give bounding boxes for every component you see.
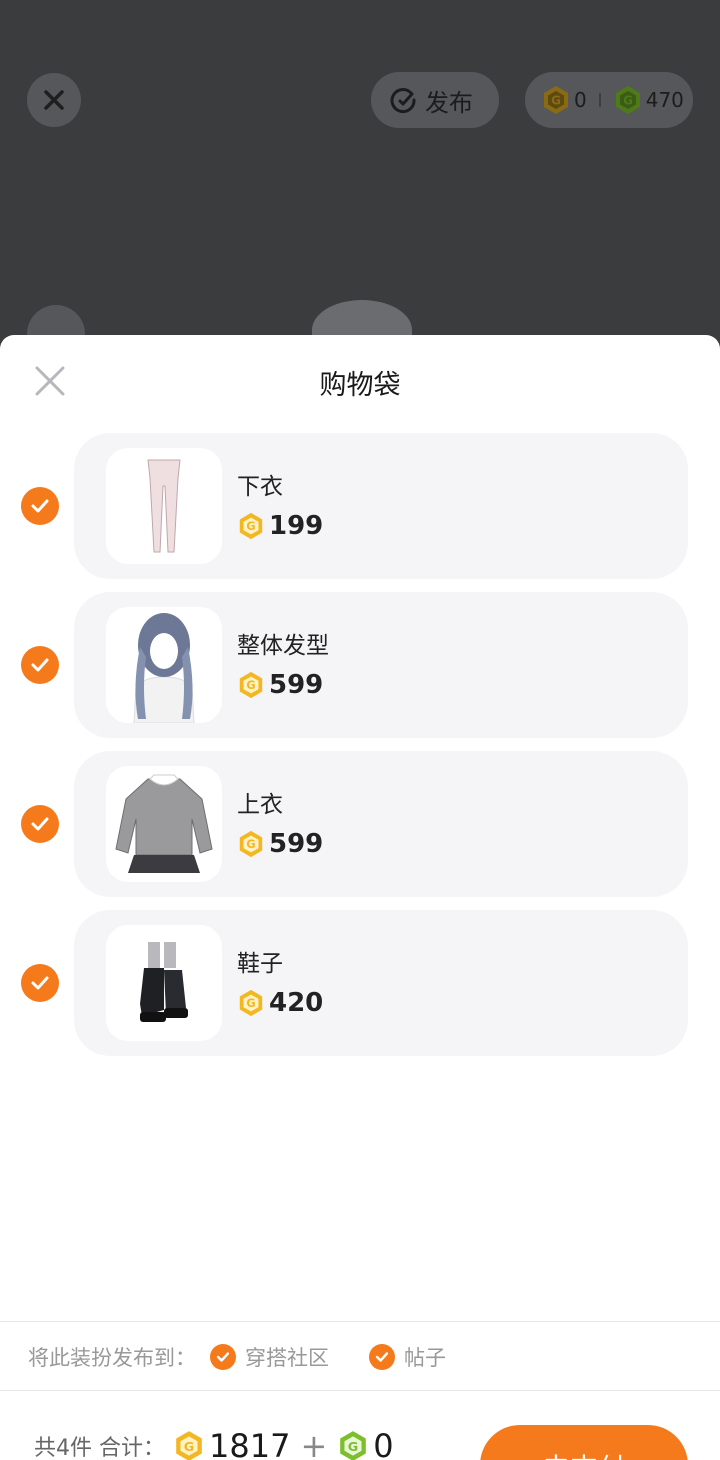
svg-text:G: G (246, 520, 255, 533)
shopping-bag-sheet: 购物袋 下衣 G 199 整体发型 G 599 上衣 G 599 鞋子 G 42… (0, 335, 720, 1460)
item-checkbox[interactable] (21, 487, 59, 525)
price-value: 420 (269, 988, 324, 1018)
option-checkbox[interactable] (210, 1344, 236, 1370)
plus-sign: + (300, 1427, 328, 1460)
item-card[interactable]: 下衣 G 199 (74, 433, 688, 579)
pay-button[interactable]: 去支付 (480, 1425, 688, 1460)
divider (0, 1321, 720, 1322)
divider (598, 93, 601, 107)
item-thumbnail (106, 925, 222, 1041)
gold-balance: 0 (574, 88, 587, 112)
cart-item: 鞋子 G 420 (0, 910, 720, 1056)
publish-to-label: 将此装扮发布到： (28, 1346, 196, 1370)
gold-coin-icon: G (239, 512, 263, 540)
price-value: 599 (269, 829, 324, 859)
publish-option-post[interactable]: 帖子 (369, 1342, 446, 1372)
gold-coin-icon: G (239, 989, 263, 1017)
item-card[interactable]: 上衣 G 599 (74, 751, 688, 897)
check-icon (31, 976, 49, 990)
item-thumbnail (106, 766, 222, 882)
svg-text:G: G (348, 1440, 359, 1455)
green-balance: 470 (645, 88, 684, 112)
item-card[interactable]: 鞋子 G 420 (74, 910, 688, 1056)
item-card[interactable]: 整体发型 G 599 (74, 592, 688, 738)
item-thumbnail (106, 448, 222, 564)
green-coin-icon: G (340, 1431, 367, 1460)
price-value: 199 (269, 511, 324, 541)
svg-text:G: G (551, 94, 561, 108)
gold-coin-icon: G (239, 830, 263, 858)
publish-to-row: 将此装扮发布到： 穿搭社区 帖子 (28, 1342, 446, 1372)
cart-item: 下衣 G 199 (0, 433, 720, 579)
sweater-image (115, 774, 213, 873)
item-name: 整体发型 (237, 633, 329, 659)
svg-text:G: G (246, 679, 255, 692)
close-icon (44, 90, 64, 110)
check-icon (31, 658, 49, 672)
item-thumbnail (106, 607, 222, 723)
cart-item: 上衣 G 599 (0, 751, 720, 897)
gold-coin-icon: G (176, 1431, 202, 1460)
item-checkbox[interactable] (21, 964, 59, 1002)
publish-icon (390, 88, 416, 114)
sheet-title: 购物袋 (319, 370, 401, 401)
item-price: G 199 (237, 511, 323, 541)
item-price: G 599 (237, 670, 323, 700)
count-total-label: 共4件 合计： (34, 1436, 165, 1460)
item-price: G 599 (237, 829, 323, 859)
svg-text:G: G (246, 997, 255, 1010)
item-name: 鞋子 (237, 951, 283, 977)
svg-text:G: G (246, 838, 255, 851)
item-price: G 420 (237, 988, 323, 1018)
check-icon (216, 1352, 230, 1362)
price-value: 599 (269, 670, 324, 700)
svg-text:G: G (184, 1440, 195, 1455)
hairstyle-image (133, 613, 195, 723)
publish-label: 发布 (425, 88, 473, 117)
total-gold: 1817 (209, 1427, 291, 1460)
boots-image (140, 942, 188, 1022)
green-coin-icon: G (615, 86, 640, 114)
item-name: 上衣 (237, 792, 283, 818)
option-label: 穿搭社区 (245, 1346, 329, 1370)
check-icon (31, 817, 49, 831)
divider (0, 1390, 720, 1391)
cart-item: 整体发型 G 599 (0, 592, 720, 738)
gold-coin-icon: G (239, 671, 263, 699)
check-icon (375, 1352, 389, 1362)
close-editor-button[interactable] (27, 73, 81, 127)
leggings-image (147, 459, 181, 553)
item-name: 下衣 (237, 474, 283, 500)
total-green: 0 (373, 1427, 394, 1460)
currency-balance[interactable]: G 0 G 470 (525, 72, 693, 128)
svg-text:G: G (623, 94, 633, 108)
checkout-summary: 共4件 合计： G 1817 + G 0 (34, 1427, 394, 1460)
item-checkbox[interactable] (21, 805, 59, 843)
gold-coin-icon: G (544, 86, 568, 114)
option-checkbox[interactable] (369, 1344, 395, 1370)
publish-option-community[interactable]: 穿搭社区 (210, 1342, 329, 1372)
check-icon (31, 499, 49, 513)
item-checkbox[interactable] (21, 646, 59, 684)
option-label: 帖子 (404, 1346, 446, 1370)
publish-button[interactable]: 发布 (371, 72, 499, 128)
